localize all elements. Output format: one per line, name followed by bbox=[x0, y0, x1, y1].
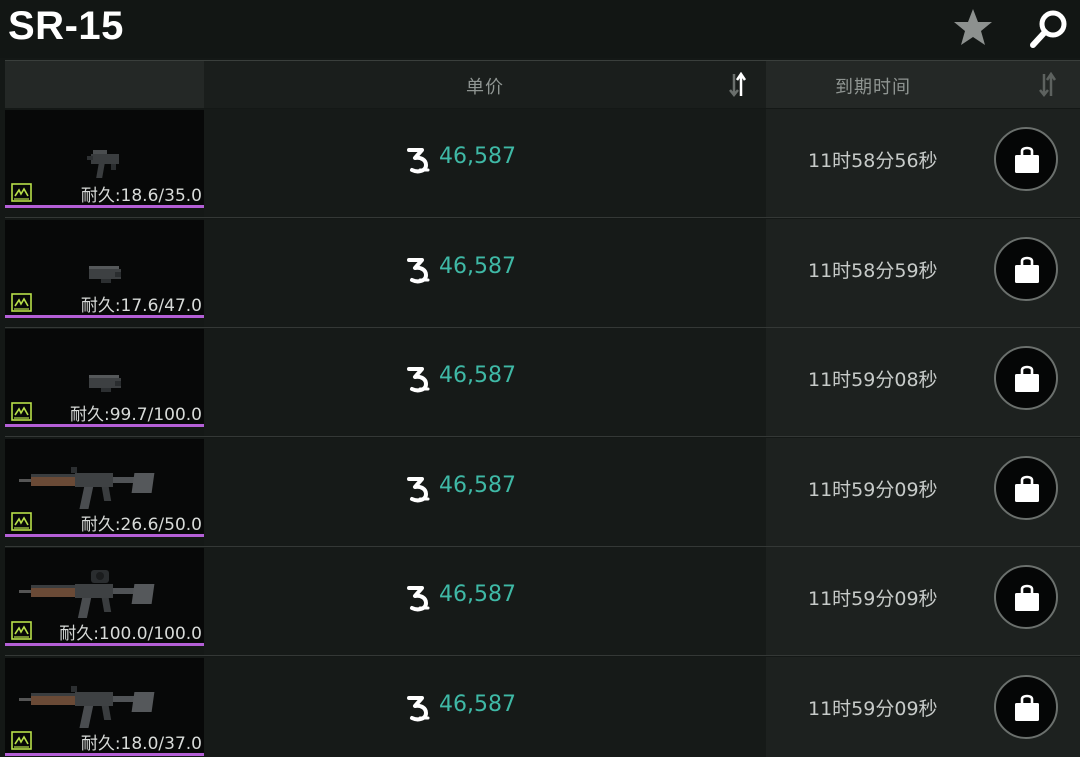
price-value: 46,587 bbox=[439, 472, 516, 498]
expire-time: 11时59分08秒 bbox=[808, 369, 938, 391]
tag-icon bbox=[11, 621, 32, 640]
listing-row[interactable]: 耐久:18.6/35.0 46,587 11时58分56秒 bbox=[5, 109, 1080, 218]
search-icon[interactable] bbox=[1028, 8, 1070, 50]
price-cell: 46,587 bbox=[204, 218, 766, 327]
listing-row[interactable]: 耐久:17.6/47.0 46,587 11时58分59秒 bbox=[5, 218, 1080, 328]
item-thumbnail[interactable]: 耐久:100.0/100.0 bbox=[5, 548, 204, 646]
sort-icon[interactable] bbox=[728, 72, 748, 98]
listing-row[interactable]: 耐久:100.0/100.0 46,587 11时59分09秒 bbox=[5, 547, 1080, 656]
durability-label: 耐久:99.7/100.0 bbox=[70, 405, 202, 425]
listing-row[interactable]: 耐久:26.6/50.0 46,587 11时59分09秒 bbox=[5, 437, 1080, 547]
column-header-row: 单价 到期时间 bbox=[5, 60, 1080, 108]
item-thumbnail[interactable]: 耐久:17.6/47.0 bbox=[5, 219, 204, 318]
price-value: 46,587 bbox=[439, 582, 516, 607]
durability-label: 耐久:18.0/37.0 bbox=[80, 733, 202, 754]
item-thumbnail[interactable]: 耐久:18.0/37.0 bbox=[5, 657, 204, 756]
column-header-item bbox=[5, 61, 204, 108]
tag-icon bbox=[11, 511, 32, 531]
coin-icon bbox=[407, 586, 430, 612]
bag-icon bbox=[1015, 584, 1039, 611]
buy-button[interactable] bbox=[994, 455, 1058, 520]
price-value: 46,587 bbox=[439, 144, 516, 169]
item-thumbnail[interactable]: 耐久:99.7/100.0 bbox=[5, 329, 204, 427]
bag-icon bbox=[1015, 694, 1039, 721]
price-cell: 46,587 bbox=[204, 656, 766, 757]
star-icon[interactable] bbox=[953, 8, 993, 46]
buy-button[interactable] bbox=[994, 127, 1058, 191]
durability-label: 耐久:17.6/47.0 bbox=[80, 295, 202, 316]
tag-icon bbox=[11, 402, 32, 421]
item-thumbnail[interactable]: 耐久:26.6/50.0 bbox=[5, 438, 204, 537]
buy-button[interactable] bbox=[994, 674, 1058, 739]
column-header-expire[interactable]: 到期时间 bbox=[766, 61, 1080, 108]
price-value: 46,587 bbox=[439, 253, 516, 279]
expire-time: 11时58分56秒 bbox=[808, 150, 938, 172]
tag-icon bbox=[11, 730, 32, 750]
expire-time: 11时59分09秒 bbox=[808, 588, 938, 610]
listing-row[interactable]: 耐久:18.0/37.0 46,587 11时59分09秒 bbox=[5, 656, 1080, 757]
coin-icon bbox=[407, 476, 430, 502]
expire-cell: 11时59分08秒 bbox=[766, 328, 1080, 436]
price-value: 46,587 bbox=[439, 691, 516, 717]
durability-label: 耐久:18.6/35.0 bbox=[80, 186, 202, 206]
price-column-label: 单价 bbox=[466, 77, 504, 98]
price-cell: 46,587 bbox=[204, 328, 766, 436]
page-title: SR-15 bbox=[8, 4, 124, 48]
weapon-image bbox=[87, 150, 119, 178]
bag-icon bbox=[1015, 365, 1039, 392]
weapon-image bbox=[89, 265, 121, 283]
price-cell: 46,587 bbox=[204, 109, 766, 217]
bag-icon bbox=[1015, 256, 1039, 283]
expire-time: 11时59分09秒 bbox=[808, 697, 938, 720]
buy-button[interactable] bbox=[994, 565, 1058, 629]
listing-row[interactable]: 耐久:99.7/100.0 46,587 11时59分08秒 bbox=[5, 328, 1080, 437]
buy-button[interactable] bbox=[994, 346, 1058, 410]
expire-cell: 11时59分09秒 bbox=[766, 547, 1080, 655]
tag-icon bbox=[11, 183, 32, 202]
coin-icon bbox=[407, 367, 430, 393]
weapon-image bbox=[19, 466, 155, 509]
top-bar: SR-15 bbox=[0, 0, 1080, 58]
expire-cell: 11时58分59秒 bbox=[766, 218, 1080, 327]
durability-label: 耐久:26.6/50.0 bbox=[80, 514, 202, 535]
price-cell: 46,587 bbox=[204, 437, 766, 546]
bag-icon bbox=[1015, 146, 1039, 173]
item-thumbnail[interactable]: 耐久:18.6/35.0 bbox=[5, 110, 204, 208]
price-value: 46,587 bbox=[439, 363, 516, 388]
coin-icon bbox=[407, 148, 430, 174]
weapon-image bbox=[89, 375, 121, 392]
bag-icon bbox=[1015, 475, 1039, 502]
coin-icon bbox=[407, 695, 430, 721]
weapon-image bbox=[19, 685, 155, 728]
weapon-image bbox=[19, 570, 155, 618]
sort-icon[interactable] bbox=[1038, 72, 1058, 98]
durability-label: 耐久:100.0/100.0 bbox=[59, 624, 202, 644]
price-cell: 46,587 bbox=[204, 547, 766, 655]
expire-time: 11时58分59秒 bbox=[808, 259, 938, 282]
column-header-price[interactable]: 单价 bbox=[204, 61, 766, 108]
tag-icon bbox=[11, 292, 32, 312]
expire-cell: 11时58分56秒 bbox=[766, 109, 1080, 217]
expire-time: 11时59分09秒 bbox=[808, 478, 938, 501]
coin-icon bbox=[407, 257, 430, 283]
buy-button[interactable] bbox=[994, 236, 1058, 301]
expire-cell: 11时59分09秒 bbox=[766, 656, 1080, 757]
expire-cell: 11时59分09秒 bbox=[766, 437, 1080, 546]
expire-column-label: 到期时间 bbox=[835, 77, 911, 98]
